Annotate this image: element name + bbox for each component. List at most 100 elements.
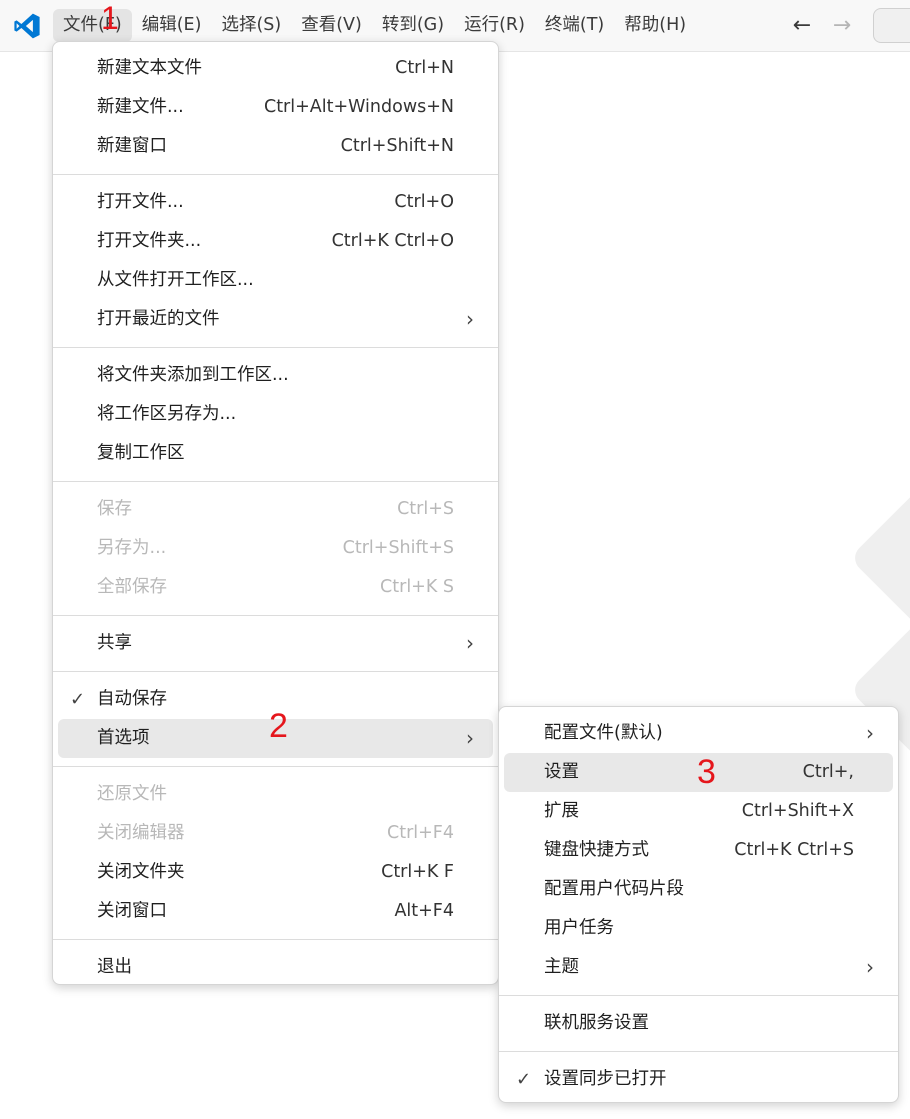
menu-item-shortcut: Ctrl+O [394, 192, 454, 212]
menu-item: 还原文件 [58, 775, 493, 814]
menu-item-label: 设置同步已打开 [544, 1069, 667, 1089]
menu-separator [53, 347, 498, 348]
menu-item-label: 将工作区另存为... [97, 404, 237, 424]
menu-item[interactable]: 新建文件... Ctrl+Alt+Windows+N [58, 88, 493, 127]
vscode-logo-icon[interactable] [13, 12, 41, 40]
menu-item-label: 打开文件夹... [97, 231, 202, 251]
chevron-right-icon: › [466, 726, 474, 750]
chevron-right-icon: › [466, 307, 474, 331]
menu-item-label: 自动保存 [97, 689, 167, 709]
file-menu: 新建文本文件 Ctrl+N 新建文件... Ctrl+Alt+Windows+N 新建窗… [52, 41, 499, 985]
menu-selection[interactable]: 选择(S) [211, 9, 291, 42]
menu-item-shortcut: Ctrl+S [397, 499, 454, 519]
menu-file[interactable]: 文件(F) [53, 9, 132, 42]
menu-item[interactable]: 扩展 Ctrl+Shift+X [504, 792, 893, 831]
menu-item-shortcut: Ctrl+F4 [386, 823, 454, 843]
menu-item[interactable]: 联机服务设置 [504, 1004, 893, 1043]
menu-item-label: 用户任务 [544, 918, 614, 938]
menu-item[interactable]: 新建文本文件 Ctrl+N [58, 49, 493, 88]
menu-item-shortcut: Ctrl+, [802, 762, 854, 782]
menu-item-shortcut: Ctrl+Alt+Windows+N [263, 97, 454, 117]
chevron-right-icon: › [866, 955, 874, 979]
command-center-search[interactable] [873, 8, 910, 43]
annotation-step-1: 1 [101, 0, 119, 36]
menu-item-shortcut: Ctrl+K F [381, 862, 454, 882]
menu-item-label: 设置 [544, 762, 579, 782]
menu-bar: 文件(F) 编辑(E) 选择(S) 查看(V) 转到(G) 运行(R) 终端(T… [53, 9, 696, 42]
menu-item-label: 联机服务设置 [544, 1013, 649, 1033]
menu-item[interactable]: 将文件夹添加到工作区... [58, 356, 493, 395]
menu-item-shortcut: Ctrl+N [395, 58, 454, 78]
menu-item: 保存 Ctrl+S [58, 490, 493, 529]
menu-item-label: 键盘快捷方式 [544, 840, 649, 860]
menu-separator [53, 481, 498, 482]
menu-help[interactable]: 帮助(H) [614, 9, 696, 42]
menu-item[interactable]: 用户任务 [504, 909, 893, 948]
checkmark-icon: ✓ [70, 689, 86, 710]
menu-separator [53, 671, 498, 672]
menu-item-label: 扩展 [544, 801, 579, 821]
menu-item[interactable]: 关闭文件夹 Ctrl+K F [58, 853, 493, 892]
menu-item-label: 打开最近的文件 [97, 309, 220, 329]
menu-separator [53, 766, 498, 767]
menu-item-label: 配置用户代码片段 [544, 879, 684, 899]
checkmark-icon: ✓ [516, 1069, 532, 1090]
menu-item-label: 配置文件(默认) [544, 723, 663, 743]
menu-item-label: 新建文件... [97, 97, 184, 117]
menu-item-shortcut: Ctrl+K Ctrl+O [331, 231, 454, 251]
menu-item[interactable]: 将工作区另存为... [58, 395, 493, 434]
menu-item-shortcut: Ctrl+K Ctrl+S [734, 840, 854, 860]
menu-separator [53, 174, 498, 175]
menu-item-label: 打开文件... [97, 192, 184, 212]
menu-item-label: 新建窗口 [97, 136, 167, 156]
menu-item[interactable]: 复制工作区 [58, 434, 493, 473]
menu-terminal[interactable]: 终端(T) [535, 9, 614, 42]
menu-item-shortcut: Ctrl+Shift+S [342, 538, 454, 558]
menu-item-shortcut: Ctrl+Shift+N [340, 136, 454, 156]
menu-item: 全部保存 Ctrl+K S [58, 568, 493, 607]
menu-item[interactable]: 配置文件(默认) › [504, 714, 893, 753]
menu-item[interactable]: 配置用户代码片段 [504, 870, 893, 909]
menu-separator [499, 995, 898, 996]
menu-item-shortcut: Ctrl+K S [380, 577, 454, 597]
menu-edit[interactable]: 编辑(E) [132, 9, 212, 42]
menu-item-label: 首选项 [97, 728, 150, 748]
menu-item: 另存为... Ctrl+Shift+S [58, 529, 493, 568]
menu-item[interactable]: 打开最近的文件 › [58, 300, 493, 339]
menu-item-label: 新建文本文件 [97, 58, 202, 78]
menu-item-label: 将文件夹添加到工作区... [97, 365, 289, 385]
menu-item-shortcut: Ctrl+Shift+X [741, 801, 854, 821]
menu-item-label: 关闭编辑器 [97, 823, 185, 843]
back-arrow-icon[interactable]: ← [787, 11, 817, 41]
menu-item[interactable]: 打开文件... Ctrl+O [58, 183, 493, 222]
menu-item[interactable]: 主题 › [504, 948, 893, 987]
menu-item-label: 全部保存 [97, 577, 167, 597]
menu-item[interactable]: 新建窗口 Ctrl+Shift+N [58, 127, 493, 166]
menu-item[interactable]: 共享 › [58, 624, 493, 663]
menu-item-label: 复制工作区 [97, 443, 185, 463]
menu-item[interactable]: 打开文件夹... Ctrl+K Ctrl+O [58, 222, 493, 261]
menu-item-label: 另存为... [97, 538, 167, 558]
menu-separator [53, 939, 498, 940]
menu-go[interactable]: 转到(G) [372, 9, 454, 42]
menu-item[interactable]: 关闭窗口 Alt+F4 [58, 892, 493, 931]
menu-item[interactable]: ✓ 设置同步已打开 [504, 1060, 893, 1099]
menu-item-label: 关闭文件夹 [97, 862, 185, 882]
chevron-right-icon: › [866, 721, 874, 745]
menu-item-shortcut: Alt+F4 [394, 901, 454, 921]
watermark-shape [849, 487, 910, 629]
menu-item-label: 从文件打开工作区... [97, 270, 254, 290]
menu-item[interactable]: 键盘快捷方式 Ctrl+K Ctrl+S [504, 831, 893, 870]
menu-view[interactable]: 查看(V) [291, 9, 372, 42]
menu-item-label: 退出 [97, 957, 132, 977]
menu-item-label: 保存 [97, 499, 132, 519]
menu-run[interactable]: 运行(R) [454, 9, 535, 42]
menu-item-label: 主题 [544, 957, 579, 977]
menu-item-label: 关闭窗口 [97, 901, 167, 921]
annotation-step-2: 2 [269, 707, 288, 745]
menu-item[interactable]: 从文件打开工作区... [58, 261, 493, 300]
menu-item-label: 共享 [97, 633, 132, 653]
menu-item-label: 还原文件 [97, 784, 167, 804]
menu-item[interactable]: 退出 [58, 948, 493, 987]
forward-arrow-icon[interactable]: → [827, 11, 857, 41]
